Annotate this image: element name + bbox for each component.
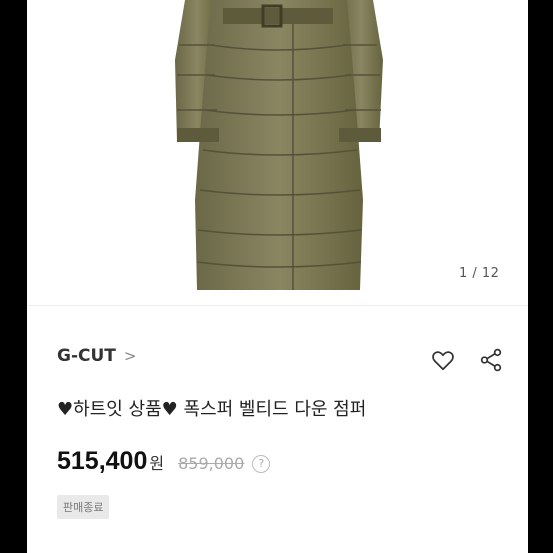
divider <box>27 305 528 306</box>
product-image-gallery[interactable]: 1 / 12 <box>27 0 528 305</box>
price-help-icon[interactable]: ? <box>252 455 271 473</box>
share-icon <box>480 348 502 372</box>
sale-price: 515,400 <box>57 447 148 475</box>
product-image <box>175 0 383 290</box>
original-price: 859,000 <box>178 454 245 473</box>
status-badge: 판매종료 <box>57 495 110 519</box>
heart-outline-icon <box>432 351 454 371</box>
share-button[interactable] <box>478 347 504 373</box>
product-page: 1 / 12 G-CUT > ♥하트잇 상품♥ 폭스퍼 벨티드 다운 점퍼 51… <box>27 0 528 553</box>
product-title: ♥하트잇 상품♥ 폭스퍼 벨티드 다운 점퍼 <box>57 399 367 420</box>
brand-link[interactable]: G-CUT > <box>57 346 136 366</box>
currency-unit: 원 <box>149 454 165 473</box>
brand-name: G-CUT <box>57 346 116 366</box>
chevron-right-icon: > <box>123 347 137 365</box>
price-row: 515,400 원 859,000 ? <box>57 447 271 476</box>
image-counter: 1 / 12 <box>459 266 500 281</box>
wishlist-button[interactable] <box>430 347 456 373</box>
